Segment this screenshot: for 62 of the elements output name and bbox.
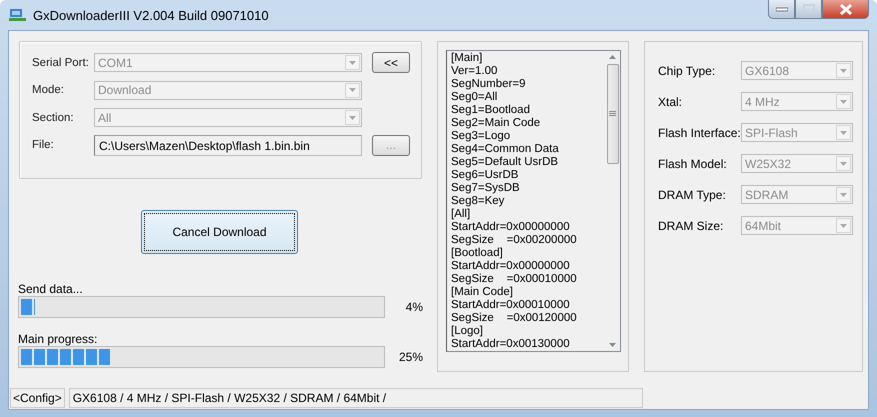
field-label: DRAM Size:: [658, 218, 724, 232]
list-line: Seg7=SysDB: [451, 182, 521, 195]
grip-icon: [609, 111, 616, 117]
progress-label: Main progress:: [18, 332, 98, 346]
dropdown-arrow-icon: [349, 116, 356, 120]
list-line: [Bootload]: [451, 247, 504, 260]
field-label: Section:: [32, 112, 75, 124]
status-text: GX6108 / 4 MHz / SPI-Flash / W25X32 / SDRAM / 64Mbit /: [68, 388, 643, 408]
field-label: DRAM Type:: [658, 188, 727, 202]
dropdown-arrow-icon: [840, 100, 847, 104]
list-line: SegSize =0x00200000: [451, 234, 578, 247]
field-label: Xtal:: [658, 94, 684, 108]
list-line: Ver=1.00: [451, 65, 498, 78]
segment-listbox[interactable]: [446, 50, 621, 352]
field-label: Chip Type:: [658, 64, 716, 78]
progress-percent: 25%: [398, 350, 423, 364]
list-line: Seg3=Logo: [451, 130, 512, 143]
dropdown-arrow-icon: [840, 68, 847, 72]
dropdown-arrow-icon: [840, 224, 847, 228]
maximize-icon: [802, 4, 814, 14]
list-line: Seg4=Common Data: [451, 143, 560, 156]
list-line: SegNumber=9: [451, 78, 526, 91]
list-line: StartAddr=0x00000000: [451, 221, 571, 234]
list-line: StartAddr=0x00000000: [451, 260, 571, 273]
cancel-download-button[interactable]: Cancel Download: [141, 210, 298, 254]
dropdown-arrow-icon: [349, 60, 356, 65]
list-line: [All]: [451, 208, 472, 221]
progress-label: Send data...: [18, 282, 84, 296]
dropdown-arrow-icon: [840, 192, 847, 196]
maximize-button[interactable]: [795, 0, 822, 19]
list-line: [Main Code]: [451, 286, 514, 299]
list-line: StartAddr=0x00130000: [451, 338, 571, 351]
list-line: Seg2=Main Code: [451, 117, 542, 130]
field-label: Mode:: [32, 84, 65, 96]
list-line: Seg5=Default UsrDB: [451, 156, 560, 169]
scroll-down-icon[interactable]: [609, 343, 616, 347]
progress-percent: 4%: [406, 300, 423, 314]
field-label: Serial Port:: [32, 56, 90, 69]
list-line: Seg0=All: [451, 91, 498, 104]
dropdown-arrow-icon: [840, 162, 847, 166]
close-icon: [838, 4, 852, 14]
close-button[interactable]: [822, 0, 869, 19]
list-line: SegSize =0x00120000: [451, 312, 578, 325]
list-line: Seg6=UsrDB: [451, 169, 520, 182]
list-line: Seg1=Bootload: [451, 104, 531, 117]
field-label: Flash Interface:: [658, 126, 741, 140]
field-label: File:: [32, 139, 55, 152]
dropdown-arrow-icon: [349, 88, 356, 92]
list-line: [Logo]: [451, 325, 484, 338]
app-icon: [9, 8, 27, 22]
field-label: Flash Model:: [658, 156, 728, 170]
list-line: [Main]: [451, 52, 484, 65]
dropdown-arrow-icon: [840, 130, 847, 134]
scroll-up-icon[interactable]: [609, 55, 616, 59]
file-path-field[interactable]: C:\Users\Mazen\Desktop\flash 1.bin.bin: [94, 134, 362, 156]
window-title: GxDownloaderIII V2.004 Build 09071010: [33, 8, 269, 22]
list-line: Seg8=Key: [451, 195, 506, 208]
minimize-icon: [776, 6, 788, 12]
list-line: SegSize =0x00010000: [451, 273, 578, 286]
status-tag: <Config>: [10, 388, 65, 408]
list-line: StartAddr=0x00010000: [451, 299, 571, 312]
minimize-button[interactable]: [768, 0, 795, 19]
